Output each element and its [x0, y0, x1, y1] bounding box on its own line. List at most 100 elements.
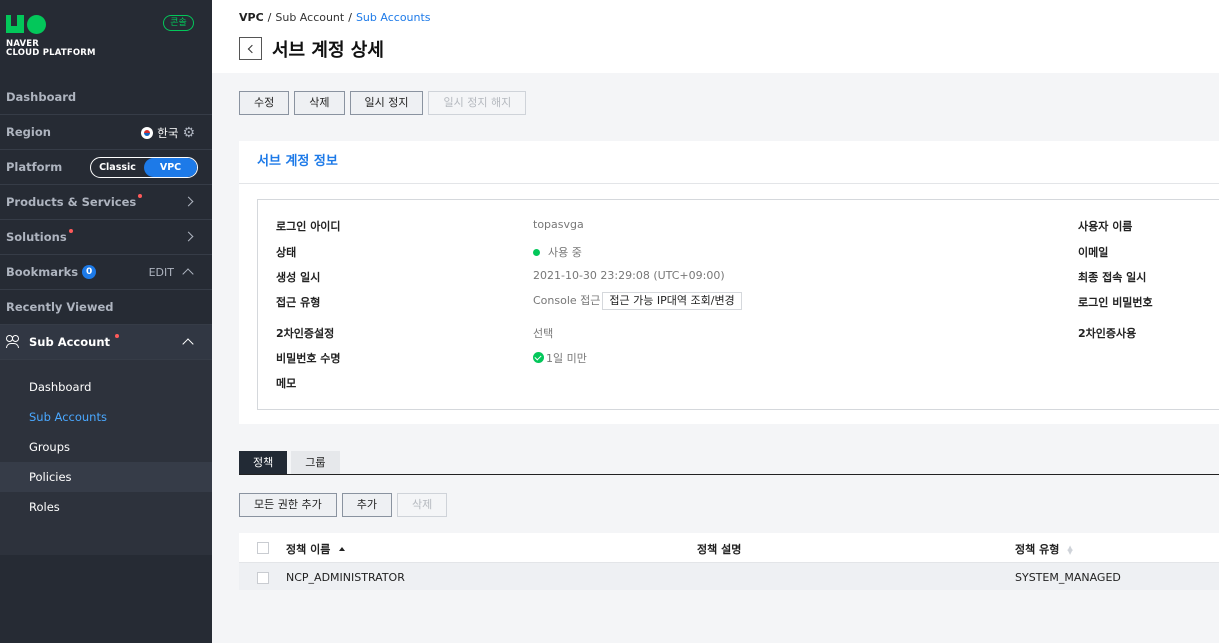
detail-tabs: 정책 그룹 — [239, 451, 1219, 475]
new-dot-icon — [115, 334, 120, 338]
breadcrumb-vpc[interactable]: VPC — [239, 11, 264, 24]
created-value: 2021-10-30 23:29:08 (UTC+09:00) — [533, 269, 725, 282]
sub-account-info-panel: 서브 계정 정보 로그인 아이디 topasvga 상태 사용 중 생성 일시 … — [239, 141, 1219, 424]
sub-account-menu: Dashboard Sub Accounts Groups Policies R… — [0, 360, 212, 555]
users-icon — [6, 335, 20, 349]
platform-option-classic[interactable]: Classic — [91, 158, 144, 177]
submenu-item-roles[interactable]: Roles — [0, 492, 212, 522]
platform-toggle[interactable]: Classic VPC — [90, 157, 198, 178]
login-id-value: topasvga — [533, 218, 584, 231]
ip-range-button[interactable]: 접근 가능 IP대역 조회/변경 — [602, 292, 742, 310]
status-text: 사용 중 — [548, 246, 582, 259]
info-panel-title: 서브 계정 정보 — [239, 141, 1219, 184]
check-circle-icon — [533, 352, 544, 363]
submenu-item-policies[interactable]: Policies — [0, 462, 212, 492]
column-header-type[interactable]: 정책 유형 ▲ ▼ — [1015, 541, 1073, 557]
platform-option-vpc[interactable]: VPC — [144, 158, 197, 177]
page-header: VPC / Sub Account / Sub Accounts 서브 계정 상세 — [212, 0, 1219, 73]
policy-type: SYSTEM_MANAGED — [1015, 571, 1121, 584]
row-checkbox[interactable] — [257, 572, 269, 584]
sidebar-item-products[interactable]: Products & Services — [0, 185, 212, 220]
chevron-up-icon[interactable] — [182, 338, 194, 350]
sidebar-item-sub-account[interactable]: Sub Account — [0, 325, 212, 360]
submenu-item-sub-accounts[interactable]: Sub Accounts — [0, 402, 212, 432]
login-pw-label: 로그인 비밀번호 — [1078, 296, 1153, 309]
logo-area: NAVER CLOUD PLATFORM 콘솔 — [0, 0, 212, 80]
sidebar-item-dashboard[interactable]: Dashboard — [0, 80, 212, 115]
back-button[interactable] — [239, 37, 262, 60]
breadcrumb-sub-account[interactable]: Sub Account — [275, 11, 344, 24]
info-box: 로그인 아이디 topasvga 상태 사용 중 생성 일시 2021-10-3… — [257, 199, 1219, 410]
breadcrumb: VPC / Sub Account / Sub Accounts — [239, 11, 431, 24]
chevron-right-icon — [183, 231, 194, 242]
sidebar-item-label: Dashboard — [6, 90, 77, 104]
region-selector[interactable]: 한국 ⚙ — [141, 125, 195, 141]
select-all-checkbox[interactable] — [257, 542, 269, 554]
sidebar-item-label: Platform — [6, 160, 63, 174]
chevron-right-icon — [183, 196, 194, 207]
breadcrumb-sub-accounts[interactable]: Sub Accounts — [356, 11, 431, 24]
region-value: 한국 — [157, 126, 179, 140]
pw-life-label: 비밀번호 수명 — [276, 352, 341, 365]
sort-asc-icon — [339, 547, 346, 551]
access-type-text: Console 접근 — [533, 294, 601, 307]
naver-logo-icon[interactable] — [6, 15, 46, 35]
add-all-permissions-button[interactable]: 모든 권한 추가 — [239, 493, 337, 517]
sidebar-item-label: Sub Account — [29, 335, 111, 349]
username-label: 사용자 이름 — [1078, 220, 1133, 233]
table-row[interactable]: NCP_ADMINISTRATOR SYSTEM_MANAGED — [239, 562, 1219, 590]
status-dot-icon — [533, 249, 540, 256]
brand-line2: CLOUD PLATFORM — [6, 48, 96, 58]
brand-name: NAVER CLOUD PLATFORM — [6, 40, 96, 58]
chevron-up-icon[interactable] — [182, 268, 194, 280]
email-label: 이메일 — [1078, 246, 1109, 259]
delete-policy-button: 삭제 — [396, 493, 448, 517]
status-label: 상태 — [276, 246, 297, 259]
created-label: 생성 일시 — [276, 271, 321, 284]
sidebar-item-label: Region — [6, 125, 51, 139]
column-header-name[interactable]: 정책 이름 — [286, 541, 346, 557]
sidebar-item-label: Products & Services — [6, 195, 137, 209]
two-factor-label: 2차인증설정 — [276, 327, 335, 340]
sidebar-item-platform: Platform Classic VPC — [0, 150, 212, 185]
access-type-label: 접근 유형 — [276, 296, 321, 309]
two-factor-value: 선택 — [533, 327, 554, 340]
submenu-item-groups[interactable]: Groups — [0, 432, 212, 462]
sidebar: NAVER CLOUD PLATFORM 콘솔 Dashboard Region… — [0, 0, 212, 643]
two-factor-use-label: 2차인증사용 — [1078, 327, 1137, 340]
sidebar-item-label: Recently Viewed — [6, 300, 114, 314]
memo-label: 메모 — [276, 377, 297, 390]
edit-button[interactable]: 수정 — [239, 91, 290, 115]
sidebar-item-label: Bookmarks — [6, 265, 79, 279]
access-type-value: Console 접근 접근 가능 IP대역 조회/변경 — [533, 292, 742, 310]
page-title: 서브 계정 상세 — [272, 40, 384, 61]
unsuspend-button: 일시 정지 해지 — [428, 91, 527, 115]
delete-button[interactable]: 삭제 — [294, 91, 345, 115]
bookmark-edit-link[interactable]: EDIT — [149, 266, 174, 279]
sidebar-item-bookmarks[interactable]: Bookmarks 0 EDIT — [0, 255, 212, 290]
last-login-label: 최종 접속 일시 — [1078, 271, 1147, 284]
bookmark-count-badge: 0 — [82, 265, 97, 279]
submenu-item-dashboard[interactable]: Dashboard — [0, 372, 212, 402]
console-badge[interactable]: 콘솔 — [163, 15, 194, 31]
sidebar-item-region[interactable]: Region 한국 ⚙ — [0, 115, 212, 150]
suspend-button[interactable]: 일시 정지 — [349, 91, 424, 115]
policy-name: NCP_ADMINISTRATOR — [286, 571, 405, 584]
table-header: 정책 이름 정책 설명 정책 유형 ▲ ▼ — [239, 533, 1219, 562]
pw-life-value: 1일 미만 — [533, 350, 587, 366]
action-toolbar: 수정 삭제 일시 정지 일시 정지 해지 — [239, 91, 527, 115]
tab-groups[interactable]: 그룹 — [291, 451, 340, 474]
sidebar-item-recently-viewed[interactable]: Recently Viewed — [0, 290, 212, 325]
add-policy-button[interactable]: 추가 — [341, 493, 392, 517]
status-value: 사용 중 — [533, 244, 582, 260]
new-dot-icon — [138, 194, 143, 198]
policy-table: 정책 이름 정책 설명 정책 유형 ▲ ▼ NCP_ADMINISTRATOR SY… — [239, 533, 1219, 590]
sidebar-item-solutions[interactable]: Solutions — [0, 220, 212, 255]
policy-toolbar: 모든 권한 추가 추가 삭제 — [239, 493, 448, 517]
korea-flag-icon — [141, 127, 154, 139]
sidebar-item-label: Solutions — [6, 230, 67, 244]
tab-policies[interactable]: 정책 — [239, 451, 288, 474]
column-header-description: 정책 설명 — [697, 543, 742, 556]
gear-icon[interactable]: ⚙ — [182, 125, 195, 141]
pw-life-text: 1일 미만 — [546, 352, 587, 365]
